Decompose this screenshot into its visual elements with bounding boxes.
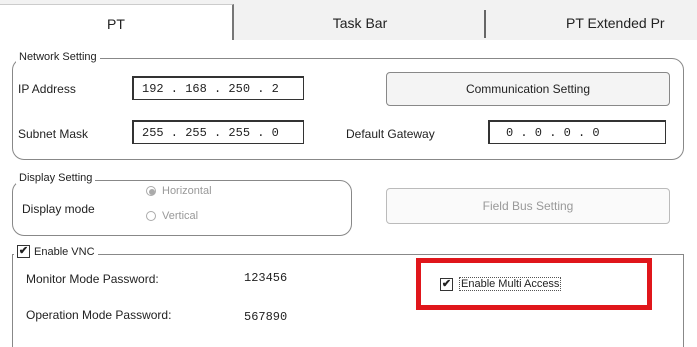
display-mode-label: Display mode [22, 202, 95, 216]
tab-task-bar[interactable]: Task Bar [236, 6, 484, 40]
subnet-mask-label: Subnet Mask [18, 127, 89, 141]
tab-pt-label: PT [107, 15, 125, 32]
tab-task-bar-label: Task Bar [332, 15, 388, 31]
display-setting-legend: Display Setting [16, 172, 96, 184]
monitor-password-label: Monitor Mode Password: [26, 272, 159, 286]
multi-access-checkbox[interactable]: ✔ [440, 277, 453, 291]
field-bus-setting-button[interactable]: Field Bus Setting [386, 188, 670, 224]
horizontal-radio-label: Horizontal [162, 185, 212, 197]
field-bus-setting-label: Field Bus Setting [482, 199, 574, 213]
communication-setting-button[interactable]: Communication Setting [386, 72, 670, 106]
ip-address-field[interactable]: 192 . 168 . 250 . 2 [132, 76, 304, 100]
tab-pt[interactable]: PT [0, 4, 234, 42]
enable-vnc-checkbox[interactable]: ✔ [17, 245, 30, 258]
enable-vnc-checkbox-row[interactable]: ✔ Enable VNC [14, 245, 98, 258]
tab-pt-extended[interactable]: PT Extended Pr [486, 6, 697, 40]
ip-address-label: IP Address [18, 82, 76, 96]
subnet-mask-field[interactable]: 255 . 255 . 255 . 0 [132, 120, 304, 144]
default-gateway-label: Default Gateway [346, 127, 435, 141]
vertical-radio-label: Vertical [162, 210, 199, 222]
horizontal-radio[interactable] [146, 186, 156, 196]
enable-vnc-label: Enable VNC [34, 245, 95, 258]
default-gateway-field[interactable]: 0 . 0 . 0 . 0 [488, 120, 666, 144]
operation-password-field[interactable]: 567890 [240, 300, 410, 334]
communication-setting-label: Communication Setting [465, 82, 591, 96]
multi-access-label: Enable Multi Access [459, 277, 562, 291]
tab-pt-extended-label: PT Extended Pr [566, 15, 665, 31]
operation-password-label: Operation Mode Password: [26, 308, 172, 322]
network-setting-legend: Network Setting [16, 51, 100, 63]
monitor-password-field[interactable]: 123456 [240, 264, 410, 292]
multi-access-checkbox-row[interactable]: ✔ Enable Multi Access [440, 277, 562, 291]
vertical-radio[interactable] [146, 211, 156, 221]
